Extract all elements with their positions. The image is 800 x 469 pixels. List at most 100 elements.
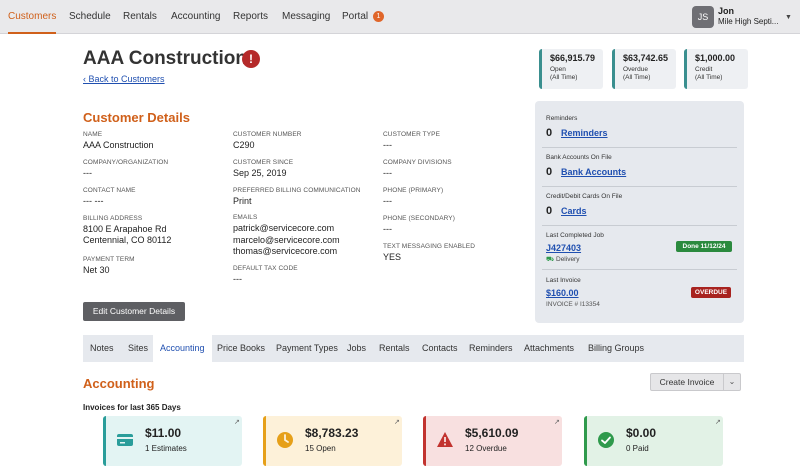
- tab-notes[interactable]: Notes: [90, 335, 114, 362]
- email-value: thomas@servicecore.com: [233, 246, 338, 256]
- tab-sites[interactable]: Sites: [128, 335, 148, 362]
- chevron-down-icon[interactable]: ⌄: [724, 373, 741, 391]
- overdue-invoices-card[interactable]: $5,610.09 12 Overdue ↗: [423, 416, 562, 466]
- expand-arrow-icon[interactable]: ↗: [234, 418, 240, 426]
- summary-amount: $66,915.79: [550, 53, 596, 63]
- billing-address-label: Billing Address: [83, 215, 143, 222]
- accounting-title: Accounting: [83, 376, 155, 391]
- email-value: patrick@servicecore.com: [233, 223, 335, 233]
- phone-secondary-value: ---: [383, 224, 392, 234]
- nav-portal[interactable]: Portal 1: [342, 0, 384, 34]
- summary-credit-card: $1,000.00 Credit (All Time): [684, 49, 748, 89]
- nav-rentals[interactable]: Rentals: [123, 0, 157, 34]
- estimates-count: 1 Estimates: [145, 444, 187, 453]
- company-divisions-label: Company Divisions: [383, 159, 452, 166]
- customer-tabs: Notes Sites Accounting Price Books Payme…: [83, 335, 744, 362]
- user-company[interactable]: Mile High Septi...: [718, 17, 786, 26]
- summary-label: Open: [550, 66, 566, 73]
- last-job-label: Last Completed Job: [546, 232, 604, 239]
- job-type-label: Delivery: [556, 256, 580, 263]
- nav-schedule[interactable]: Schedule: [69, 0, 111, 34]
- preferred-comm-value: Print: [233, 196, 252, 206]
- customer-type-label: Customer Type: [383, 131, 441, 138]
- paid-invoices-card[interactable]: $0.00 0 Paid ↗: [584, 416, 723, 466]
- cards-link[interactable]: Cards: [561, 206, 587, 216]
- default-tax-label: Default Tax Code: [233, 265, 298, 272]
- user-name[interactable]: Jon: [718, 6, 734, 16]
- edit-customer-details-button[interactable]: Edit Customer Details: [83, 302, 185, 321]
- emails-label: Emails: [233, 214, 258, 221]
- clock-icon: [277, 432, 293, 448]
- tab-rentals[interactable]: Rentals: [379, 335, 410, 362]
- alert-icon[interactable]: !: [242, 50, 260, 68]
- summary-overdue-card: $63,742.65 Overdue (All Time): [612, 49, 676, 89]
- check-circle-icon: [598, 432, 614, 448]
- nav-reports[interactable]: Reports: [233, 0, 268, 34]
- customer-since-value: Sep 25, 2019: [233, 168, 287, 178]
- reminders-count: 0: [546, 127, 553, 139]
- tab-contacts[interactable]: Contacts: [422, 335, 458, 362]
- create-invoice-button[interactable]: Create Invoice: [650, 373, 724, 391]
- credit-card-icon: [117, 434, 133, 446]
- bank-accounts-link[interactable]: Bank Accounts: [561, 167, 626, 177]
- back-to-customers-link[interactable]: ‹ Back to Customers: [83, 74, 165, 84]
- tab-billing-groups[interactable]: Billing Groups: [588, 335, 644, 362]
- divider: [542, 186, 737, 187]
- top-nav: Customers Schedule Rentals Accounting Re…: [0, 0, 800, 34]
- nav-accounting[interactable]: Accounting: [171, 0, 220, 34]
- payment-term-value: Net 30: [83, 265, 110, 275]
- name-value: AAA Construction: [83, 140, 154, 150]
- chevron-left-icon: ‹: [83, 74, 86, 84]
- company-value: ---: [83, 168, 92, 178]
- bank-accounts-count: 0: [546, 166, 553, 178]
- truck-icon: ⛟: [546, 256, 555, 263]
- chevron-down-icon[interactable]: ▼: [785, 14, 792, 21]
- customer-side-panel: Reminders 0 Reminders Bank Accounts On F…: [535, 101, 744, 323]
- open-count: 15 Open: [305, 444, 336, 453]
- open-invoices-card[interactable]: $8,783.23 15 Open ↗: [263, 416, 402, 466]
- divider: [542, 269, 737, 270]
- tab-payment-types[interactable]: Payment Types: [276, 335, 338, 362]
- billing-address-line1: 8100 E Arapahoe Rd: [83, 224, 167, 234]
- expand-arrow-icon[interactable]: ↗: [554, 418, 560, 426]
- summary-label: Overdue: [623, 66, 648, 73]
- open-amount: $8,783.23: [305, 426, 359, 440]
- summary-sub: (All Time): [623, 74, 651, 81]
- paid-amount: $0.00: [626, 426, 657, 440]
- customer-type-value: ---: [383, 140, 392, 150]
- tab-accounting[interactable]: Accounting: [153, 335, 212, 362]
- back-link-label: Back to Customers: [88, 74, 165, 84]
- reminders-link[interactable]: Reminders: [561, 128, 608, 138]
- summary-amount: $63,742.65: [623, 53, 669, 63]
- paid-count: 0 Paid: [626, 444, 649, 453]
- phone-primary-label: Phone (Primary): [383, 187, 444, 194]
- last-job-link[interactable]: J427403: [546, 243, 581, 253]
- tab-reminders[interactable]: Reminders: [469, 335, 513, 362]
- tab-jobs[interactable]: Jobs: [347, 335, 366, 362]
- nav-customers[interactable]: Customers: [8, 0, 57, 34]
- phone-secondary-label: Phone (Secondary): [383, 215, 456, 222]
- estimates-amount: $11.00: [145, 426, 182, 440]
- summary-sub: (All Time): [695, 74, 723, 81]
- overdue-count: 12 Overdue: [465, 444, 507, 453]
- nav-messaging[interactable]: Messaging: [282, 0, 330, 34]
- expand-arrow-icon[interactable]: ↗: [394, 418, 400, 426]
- company-label: Company/Organization: [83, 159, 169, 166]
- job-type: ⛟ Delivery: [546, 255, 579, 264]
- invoice-number: INVOICE # I13354: [546, 301, 600, 308]
- tab-price-books[interactable]: Price Books: [217, 335, 265, 362]
- avatar[interactable]: JS: [692, 6, 714, 28]
- contact-name-value: --- ---: [83, 196, 104, 206]
- estimates-card[interactable]: $11.00 1 Estimates ↗: [103, 416, 242, 466]
- tab-attachments[interactable]: Attachments: [524, 335, 574, 362]
- divider: [542, 147, 737, 148]
- expand-arrow-icon[interactable]: ↗: [715, 418, 721, 426]
- last-invoice-label: Last Invoice: [546, 277, 581, 284]
- summary-label: Credit: [695, 66, 713, 73]
- billing-address-line2: Centennial, CO 80112: [83, 235, 172, 245]
- text-messaging-value: YES: [383, 252, 402, 262]
- name-label: Name: [83, 131, 103, 138]
- cards-label: Credit/Debit Cards On File: [546, 193, 623, 200]
- cards-count: 0: [546, 205, 553, 217]
- last-invoice-link[interactable]: $160.00: [546, 288, 579, 298]
